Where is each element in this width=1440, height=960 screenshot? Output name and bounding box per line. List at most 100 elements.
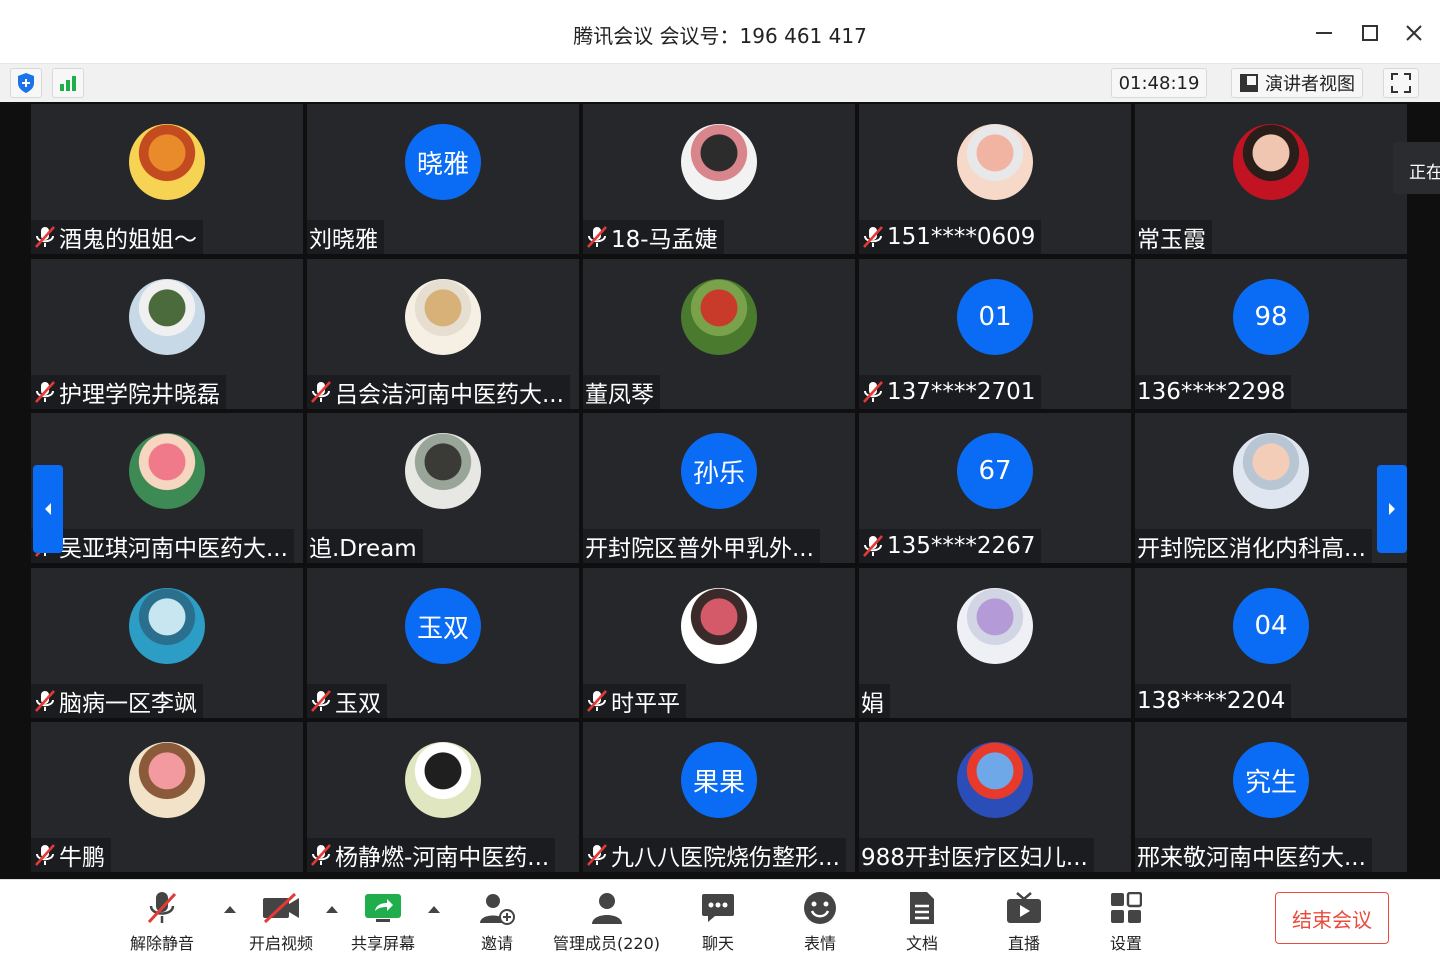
participant-tile[interactable]: 娟	[859, 568, 1131, 718]
share-screen-label: 共享屏幕	[351, 934, 416, 953]
avatar	[681, 588, 757, 664]
video-gallery: 酒鬼的姐姐～ 晓雅 刘晓雅 18-马孟婕 151****0609 常玉霞护理学院井晓磊 吕会…	[0, 102, 1440, 879]
presenter-view-button[interactable]: 演讲者视图	[1231, 68, 1363, 98]
participant-tile[interactable]: 脑病一区李飒	[31, 568, 303, 718]
documents-label: 文档	[905, 934, 938, 953]
participant-tile[interactable]: 晓雅 刘晓雅	[307, 104, 579, 254]
participant-tile[interactable]: 988开封医疗区妇儿...	[859, 722, 1131, 872]
participant-name: 刘晓雅	[309, 227, 378, 253]
chat-button[interactable]: 聊天	[698, 888, 738, 954]
participant-tile[interactable]: 吴亚琪河南中医药大...	[31, 413, 303, 563]
participant-name-tag: 牛鹏	[31, 838, 111, 872]
share-screen-button[interactable]: 共享屏幕	[351, 888, 415, 954]
participant-tile[interactable]: 时平平	[583, 568, 855, 718]
participant-tile[interactable]: 吕会洁河南中医药大...	[307, 259, 579, 409]
invite-label: 邀请	[480, 934, 513, 953]
participant-tile[interactable]: 151****0609	[859, 104, 1131, 254]
video-options-caret[interactable]	[326, 906, 338, 913]
end-meeting-button[interactable]: 结束会议	[1275, 892, 1389, 944]
participant-tile[interactable]: 杨静燃-河南中医药...	[307, 722, 579, 872]
unmute-button[interactable]: 解除静音	[130, 888, 194, 954]
participant-name-tag: 娟	[859, 684, 890, 718]
grid-settings-icon	[1106, 888, 1146, 928]
next-page-button[interactable]	[1377, 465, 1407, 553]
participant-name-tag: 151****0609	[859, 220, 1042, 254]
avatar	[129, 279, 205, 355]
participant-name-tag: 18-马孟婕	[583, 220, 724, 254]
participant-tile[interactable]: 开封院区消化内科高...	[1135, 413, 1407, 563]
smiley-icon	[800, 888, 840, 928]
settings-label: 设置	[1109, 934, 1142, 953]
participant-tile[interactable]: 18-马孟婕	[583, 104, 855, 254]
speaking-indicator[interactable]: 正在	[1393, 142, 1440, 194]
participant-name-tag: 137****2701	[859, 375, 1042, 409]
minimize-icon	[1316, 32, 1332, 34]
meeting-timer: 01:48:19	[1111, 68, 1207, 98]
mic-muted-icon	[33, 225, 57, 249]
mic-muted-icon	[861, 534, 885, 558]
participant-tile[interactable]: 护理学院井晓磊	[31, 259, 303, 409]
participant-name-tag: 刘晓雅	[307, 220, 384, 254]
mic-muted-icon	[309, 843, 333, 867]
presenter-view-label: 演讲者视图	[1265, 74, 1355, 95]
participant-name: 牛鹏	[59, 845, 105, 871]
settings-button[interactable]: 设置	[1106, 888, 1146, 954]
network-status-button[interactable]	[52, 68, 84, 98]
unmute-label: 解除静音	[130, 934, 195, 953]
participant-name-tag: 吴亚琪河南中医药大...	[31, 529, 294, 563]
documents-button[interactable]: 文档	[902, 888, 942, 954]
participant-tile[interactable]: 98 136****2298	[1135, 259, 1407, 409]
maximize-button[interactable]	[1355, 18, 1385, 48]
participant-tile[interactable]: 67 135****2267	[859, 413, 1131, 563]
avatar	[957, 742, 1033, 818]
participant-tile[interactable]: 玉双 玉双	[307, 568, 579, 718]
participant-name: 18-马孟婕	[611, 227, 718, 253]
participant-name-tag: 追.Dream	[307, 529, 423, 563]
start-video-button[interactable]: 开启视频	[249, 888, 313, 954]
avatar	[681, 124, 757, 200]
participant-name: 135****2267	[887, 533, 1036, 559]
participant-tile[interactable]: 酒鬼的姐姐～	[31, 104, 303, 254]
chat-icon	[698, 888, 738, 928]
mic-muted-icon	[142, 888, 182, 928]
participant-name: 151****0609	[887, 224, 1036, 250]
participant-tile[interactable]: 孙乐 开封院区普外甲乳外...	[583, 413, 855, 563]
security-button[interactable]	[10, 68, 42, 98]
reactions-button[interactable]: 表情	[800, 888, 840, 954]
minimize-button[interactable]	[1309, 18, 1339, 48]
participant-tile[interactable]: 04 138****2204	[1135, 568, 1407, 718]
close-button[interactable]	[1399, 18, 1429, 48]
mic-muted-icon	[309, 380, 333, 404]
participant-tile[interactable]: 牛鹏	[31, 722, 303, 872]
participant-name: 137****2701	[887, 379, 1036, 405]
participant-name-tag: 开封院区消化内科高...	[1135, 529, 1372, 563]
avatar: 01	[957, 279, 1033, 355]
participant-tile[interactable]: 究生 邢来敬河南中医药大...	[1135, 722, 1407, 872]
participant-name: 常玉霞	[1137, 227, 1206, 253]
fullscreen-button[interactable]	[1383, 68, 1419, 98]
window-title: 腾讯会议 会议号：196 461 417	[573, 24, 867, 48]
participant-name-tag: 138****2204	[1135, 684, 1292, 718]
participant-tile[interactable]: 追.Dream	[307, 413, 579, 563]
manage-members-label: 管理成员(220)	[553, 934, 661, 953]
manage-members-button[interactable]: 管理成员(220)	[553, 888, 660, 954]
mic-muted-icon	[861, 380, 885, 404]
avatar: 究生	[1233, 742, 1309, 818]
participant-tile[interactable]: 果果 九八八医院烧伤整形...	[583, 722, 855, 872]
participant-tile[interactable]: 01 137****2701	[859, 259, 1131, 409]
avatar	[129, 588, 205, 664]
live-stream-button[interactable]: 直播	[1004, 888, 1044, 954]
audio-options-caret[interactable]	[224, 906, 236, 913]
share-options-caret[interactable]	[428, 906, 440, 913]
participant-name: 娟	[861, 691, 884, 717]
participant-name-tag: 杨静燃-河南中医药...	[307, 838, 556, 872]
participant-name: 136****2298	[1137, 379, 1286, 405]
start-video-label: 开启视频	[249, 934, 314, 953]
participant-name-tag: 135****2267	[859, 529, 1042, 563]
prev-page-button[interactable]	[33, 465, 63, 553]
participant-tile[interactable]: 董凤琴	[583, 259, 855, 409]
reactions-label: 表情	[803, 934, 836, 953]
participant-tile[interactable]: 常玉霞	[1135, 104, 1407, 254]
invite-button[interactable]: 邀请	[477, 888, 517, 954]
avatar	[1233, 433, 1309, 509]
